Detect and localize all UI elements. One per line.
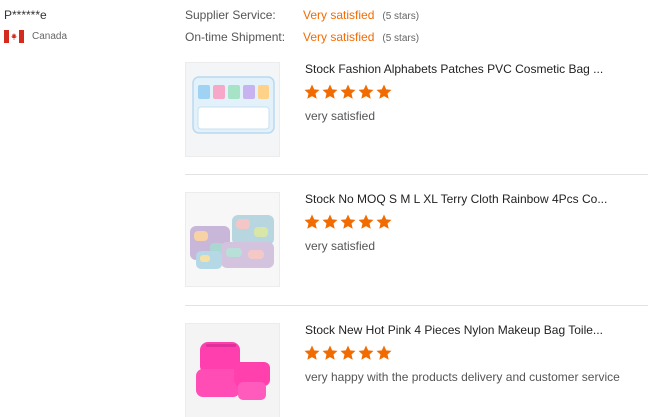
review-text: very happy with the products delivery an… bbox=[305, 370, 620, 384]
star-icon bbox=[376, 345, 392, 360]
rating-label: On-time Shipment: bbox=[185, 30, 286, 44]
star-icon bbox=[322, 214, 338, 229]
clear-pvc-bag-thumbnail[interactable] bbox=[185, 62, 280, 157]
rating-value: Very satisfied bbox=[303, 8, 375, 22]
reviewer-name: P******e bbox=[4, 8, 47, 22]
product-review-item: Stock New Hot Pink 4 Pieces Nylon Makeup… bbox=[185, 323, 648, 417]
supplier-ratings: Supplier Service: Very satisfied (5 star… bbox=[185, 8, 419, 52]
star-icon bbox=[340, 214, 356, 229]
star-icon bbox=[304, 214, 320, 229]
star-icon bbox=[358, 345, 374, 360]
star-rating bbox=[304, 214, 392, 230]
product-title-link[interactable]: Stock New Hot Pink 4 Pieces Nylon Makeup… bbox=[305, 323, 648, 337]
rating-stars-text: (5 stars) bbox=[382, 33, 420, 44]
star-icon bbox=[322, 84, 338, 99]
star-icon bbox=[304, 345, 320, 360]
star-icon bbox=[376, 84, 392, 99]
star-icon bbox=[322, 345, 338, 360]
rating-row-supplier-service: Supplier Service: Very satisfied (5 star… bbox=[185, 8, 419, 30]
star-icon bbox=[376, 214, 392, 229]
divider bbox=[185, 174, 648, 175]
star-rating bbox=[304, 84, 392, 100]
product-review-item: Stock No MOQ S M L XL Terry Cloth Rainbo… bbox=[185, 192, 648, 292]
product-title-link[interactable]: Stock Fashion Alphabets Patches PVC Cosm… bbox=[305, 62, 648, 76]
star-icon bbox=[340, 345, 356, 360]
rating-label: Supplier Service: bbox=[185, 8, 276, 22]
rating-stars-text: (5 stars) bbox=[382, 11, 420, 22]
divider bbox=[185, 305, 648, 306]
rating-row-on-time-shipment: On-time Shipment: Very satisfied (5 star… bbox=[185, 30, 419, 52]
star-icon bbox=[358, 84, 374, 99]
star-rating bbox=[304, 345, 392, 361]
reviewer-country: Canada bbox=[4, 30, 67, 43]
review-page: P******e Canada Supplier Service: Very s… bbox=[0, 0, 648, 417]
country-name: Canada bbox=[32, 31, 68, 42]
star-icon bbox=[340, 84, 356, 99]
product-review-item: Stock Fashion Alphabets Patches PVC Cosm… bbox=[185, 62, 648, 162]
star-icon bbox=[304, 84, 320, 99]
star-icon bbox=[358, 214, 374, 229]
reviewer-info: P******e Canada bbox=[4, 8, 67, 43]
review-text: very satisfied bbox=[305, 109, 376, 123]
canada-flag-icon bbox=[4, 30, 24, 43]
terry-cloth-bags-thumbnail[interactable] bbox=[185, 192, 280, 287]
review-text: very satisfied bbox=[305, 239, 376, 253]
pink-nylon-bags-thumbnail[interactable] bbox=[185, 323, 280, 417]
product-title-link[interactable]: Stock No MOQ S M L XL Terry Cloth Rainbo… bbox=[305, 192, 648, 206]
rating-value: Very satisfied bbox=[303, 30, 375, 44]
